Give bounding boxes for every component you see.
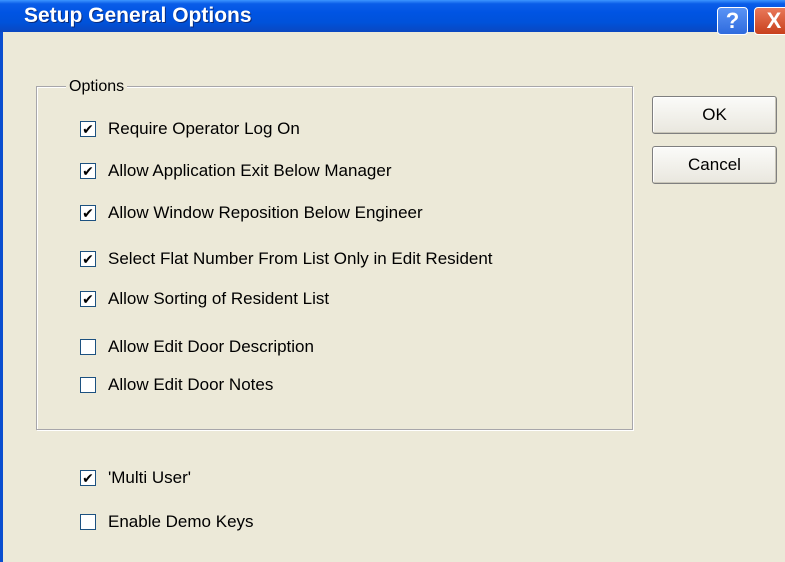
window-border — [0, 32, 3, 562]
option-allow-window-reposition[interactable]: Allow Window Reposition Below Engineer — [80, 202, 423, 224]
options-group-label: Options — [66, 78, 128, 96]
checkbox[interactable] — [80, 163, 96, 179]
option-allow-sorting[interactable]: Allow Sorting of Resident List — [80, 288, 329, 310]
ok-button[interactable]: OK — [652, 96, 777, 134]
option-label: 'Multi User' — [108, 468, 191, 487]
checkbox[interactable] — [80, 339, 96, 355]
title-bar: Setup General Options ? X — [0, 0, 785, 35]
checkbox[interactable] — [80, 470, 96, 486]
option-label: Select Flat Number From List Only in Edi… — [108, 249, 493, 268]
ok-button-label: OK — [702, 105, 727, 124]
option-allow-edit-door-description[interactable]: Allow Edit Door Description — [80, 336, 314, 358]
checkbox[interactable] — [80, 121, 96, 137]
option-multi-user[interactable]: 'Multi User' — [80, 467, 191, 489]
checkbox[interactable] — [80, 291, 96, 307]
option-label: Require Operator Log On — [108, 119, 300, 138]
option-label: Enable Demo Keys — [108, 512, 254, 531]
close-icon: X — [766, 8, 782, 33]
help-button[interactable]: ? — [717, 7, 748, 35]
cancel-button[interactable]: Cancel — [652, 146, 777, 184]
option-label: Allow Sorting of Resident List — [108, 289, 330, 308]
help-icon: ? — [725, 8, 740, 33]
cancel-button-label: Cancel — [688, 155, 741, 174]
option-label: Allow Window Reposition Below Engineer — [108, 203, 423, 222]
option-enable-demo-keys[interactable]: Enable Demo Keys — [80, 511, 254, 533]
checkbox[interactable] — [80, 205, 96, 221]
option-label: Allow Edit Door Notes — [108, 375, 274, 394]
checkbox[interactable] — [80, 251, 96, 267]
close-button[interactable]: X — [754, 7, 785, 35]
checkbox[interactable] — [80, 514, 96, 530]
window-title: Setup General Options — [24, 4, 252, 27]
checkbox[interactable] — [80, 377, 96, 393]
option-label: Allow Edit Door Description — [108, 337, 314, 356]
option-allow-edit-door-notes[interactable]: Allow Edit Door Notes — [80, 374, 273, 396]
option-allow-app-exit[interactable]: Allow Application Exit Below Manager — [80, 160, 391, 182]
option-select-flat-number[interactable]: Select Flat Number From List Only in Edi… — [80, 248, 493, 270]
option-label: Allow Application Exit Below Manager — [108, 161, 392, 180]
option-require-operator-log-on[interactable]: Require Operator Log On — [80, 118, 300, 140]
